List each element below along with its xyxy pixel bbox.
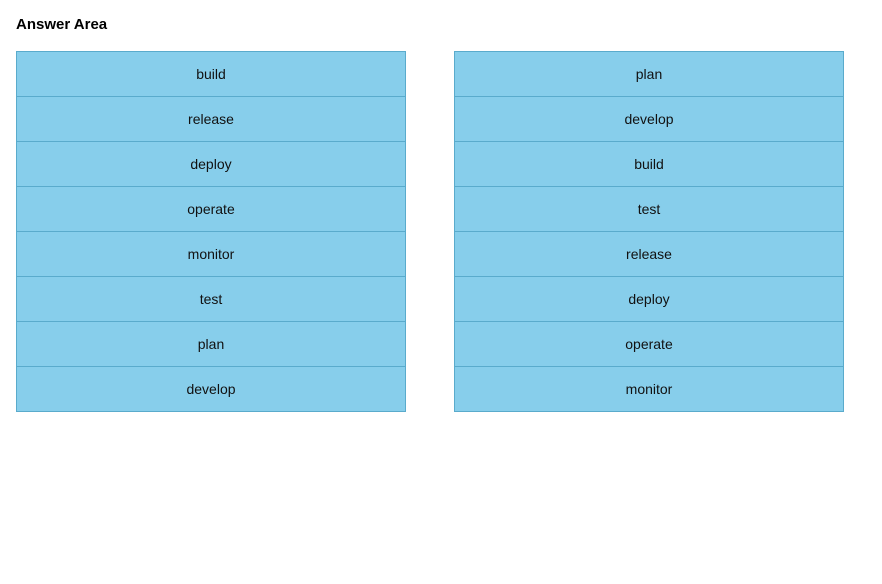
right-tile-0[interactable]: plan	[454, 51, 844, 96]
left-tile-3[interactable]: operate	[16, 186, 406, 231]
right-tile-2[interactable]: build	[454, 141, 844, 186]
left-tile-5[interactable]: test	[16, 276, 406, 321]
left-tile-0[interactable]: build	[16, 51, 406, 96]
left-tile-2[interactable]: deploy	[16, 141, 406, 186]
right-tile-7[interactable]: monitor	[454, 366, 844, 412]
right-column: plandevelopbuildtestreleasedeployoperate…	[454, 51, 844, 412]
left-tile-6[interactable]: plan	[16, 321, 406, 366]
left-tile-1[interactable]: release	[16, 96, 406, 141]
left-tile-4[interactable]: monitor	[16, 231, 406, 276]
right-tile-1[interactable]: develop	[454, 96, 844, 141]
columns-container: buildreleasedeployoperatemonitortestplan…	[16, 51, 866, 412]
left-column: buildreleasedeployoperatemonitortestplan…	[16, 51, 406, 412]
right-tile-3[interactable]: test	[454, 186, 844, 231]
right-tile-6[interactable]: operate	[454, 321, 844, 366]
right-tile-4[interactable]: release	[454, 231, 844, 276]
page-title: Answer Area	[16, 16, 866, 33]
left-tile-7[interactable]: develop	[16, 366, 406, 412]
right-tile-5[interactable]: deploy	[454, 276, 844, 321]
